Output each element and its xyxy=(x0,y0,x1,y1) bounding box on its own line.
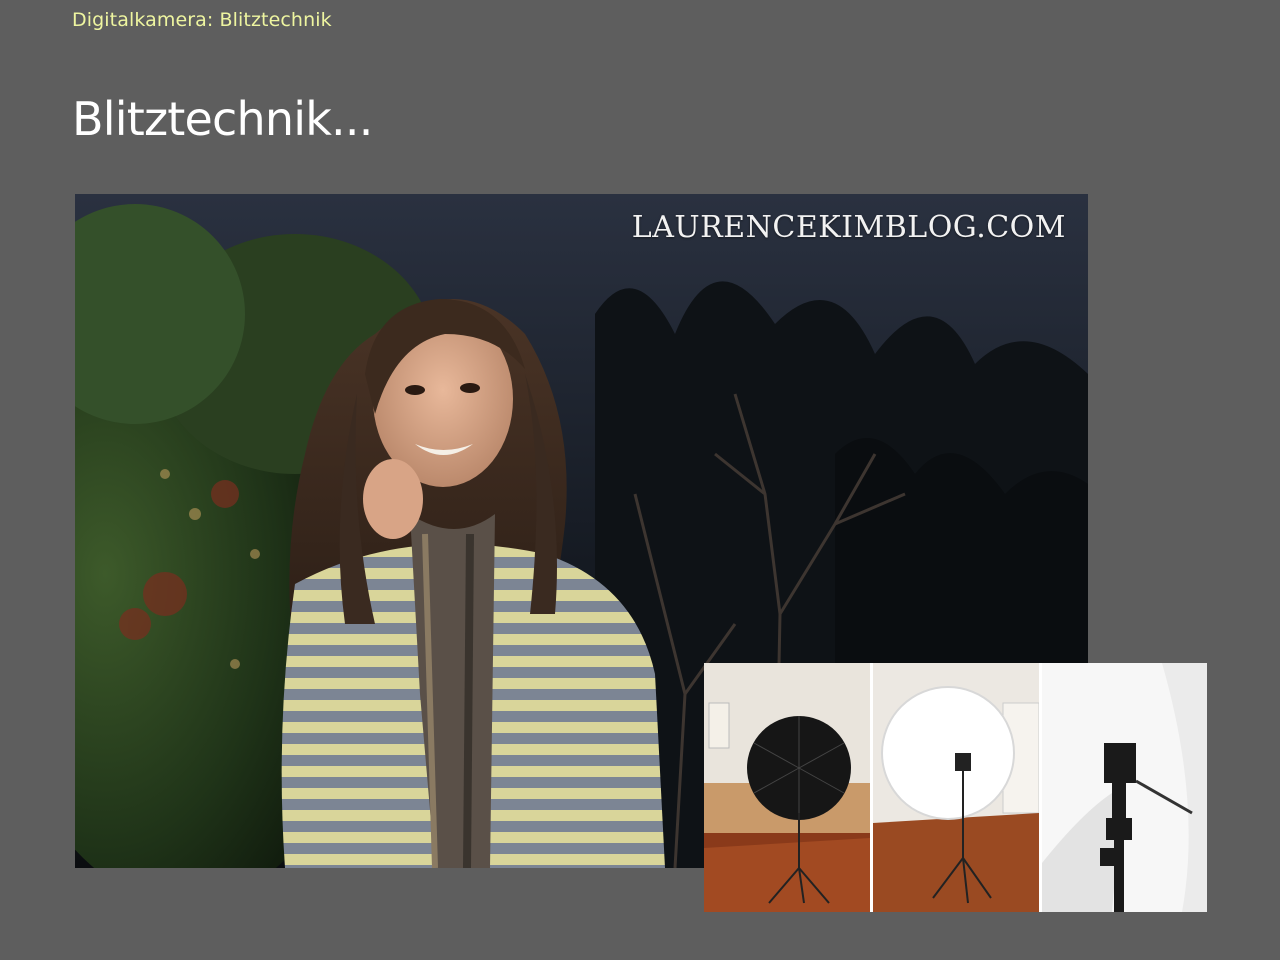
black-umbrella-photo xyxy=(704,663,870,912)
slide-header: Digitalkamera: Blitztechnik xyxy=(72,9,332,31)
flash-stand-photo xyxy=(1042,663,1207,912)
slide-title: Blitztechnik... xyxy=(72,92,373,146)
white-umbrella-photo xyxy=(873,663,1039,912)
watermark-text: LAURENCEKIMBLOG.COM xyxy=(631,210,1066,245)
lighting-setup-strip xyxy=(704,663,1207,912)
